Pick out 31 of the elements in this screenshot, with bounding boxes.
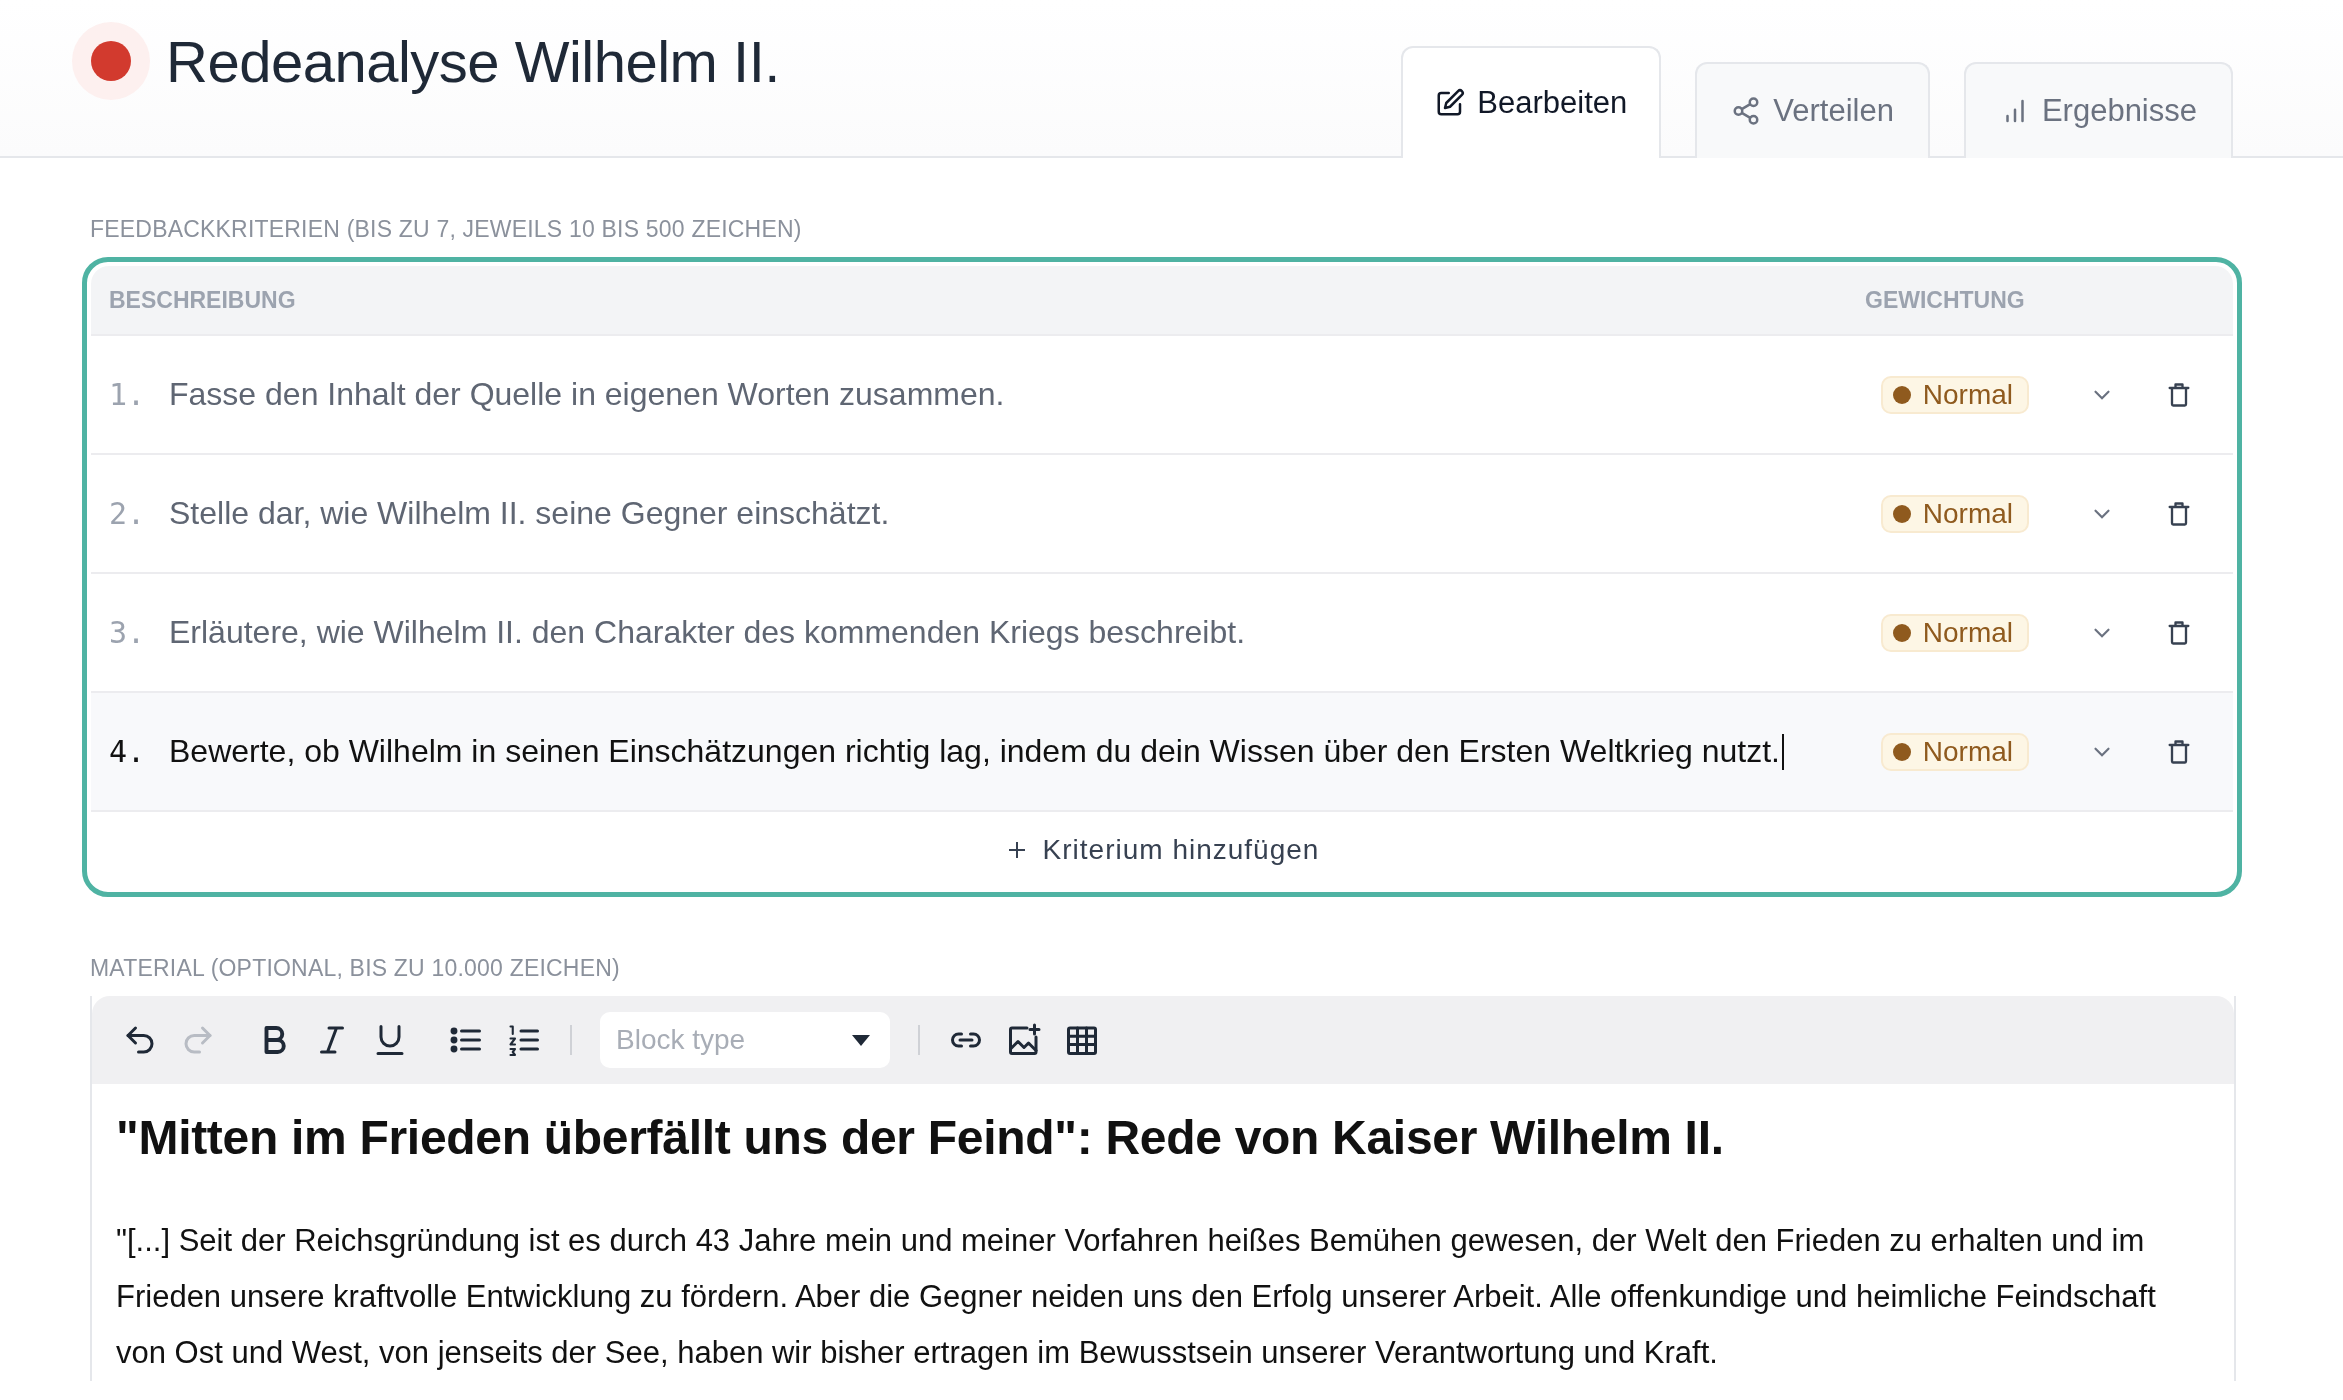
image-button[interactable] [1006,1022,1042,1058]
column-header: GEWICHTUNG [1865,286,2026,314]
page-title: Redeanalyse Wilhelm II. [166,27,780,95]
section-label: FEEDBACKKRITERIEN (BIS ZU 7, JEWEILS 10 BIS 500 ZEICHEN) [90,216,803,243]
criterion-text: Bewerte, ob Wilhelm in seinen Einschätzungen richtig lag, indem du dein Wissen über den Ersten Weltkrieg nutzt. [169,733,1881,770]
column-header: BESCHREIBUNG [109,286,297,314]
criterion-number: 2. [109,496,147,531]
criterion-text: Stelle dar, wie Wilhelm II. seine Gegner einschätzt. [169,495,891,532]
caret-down-icon [852,1034,870,1046]
weight-badge[interactable]: Normal [1880,375,2029,414]
image-icon [1006,1022,1042,1058]
weight-badge[interactable]: Normal [1880,494,2029,533]
numbered-button[interactable] [506,1022,542,1058]
section-label: MATERIAL (OPTIONAL, BIS ZU 10.000 ZEICHEN) [90,955,621,982]
criterion-text: Erläutere, wie Wilhelm II. den Charakter des kommenden Kriegs beschreibt. [169,614,1247,651]
criterion-number: 1. [109,377,147,412]
document-paragraph: "[...] Seit der Reichsgründung ist es durch 43 Jahre mein und meiner Vorfahren heißes Bemühen gewesen, der Welt den Frieden zu erhalten und im Frieden unsere kraftvolle Entwicklung zu fördern. Aber die Gegner neiden uns den Erfolg unserer Arbeit. Alle offenkundige und heimliche Feindschaft von Ost und West, von jenseits der See, haben wir bisher ertragen im Bewusstsein unserer Verantwortung und Kraft. [116,1222,2157,1372]
criterion-row[interactable]: 4. Bewerte, ob Wilhelm in seinen Einschätzungen richtig lag, indem du dein Wissen über den Ersten Weltkrieg nutzt. Normal [91,693,2233,812]
numbered-icon [506,1022,542,1058]
tab[interactable]: Bearbeiten [1401,46,1662,158]
weight-badge[interactable]: Normal [1880,613,2029,652]
edit-icon [1435,88,1466,118]
add-criterion-button[interactable]: Kriterium hinzufügen [998,833,1326,867]
criterion-number: 3. [109,615,147,650]
criterion-number: 4. [109,734,147,769]
tab[interactable]: Ergebnisse [1963,62,2233,158]
rich-text-editor[interactable] [90,996,2236,1381]
tab[interactable]: Verteilen [1695,62,1930,158]
document-heading: "Mitten im Frieden überfällt uns der Feind": Rede von Kaiser Wilhelm II. [116,1110,1725,1165]
weight-badge[interactable]: Normal [1880,732,2029,771]
criterion-text: Fasse den Inhalt der Quelle in eigenen Worten zusammen. [169,376,1006,413]
